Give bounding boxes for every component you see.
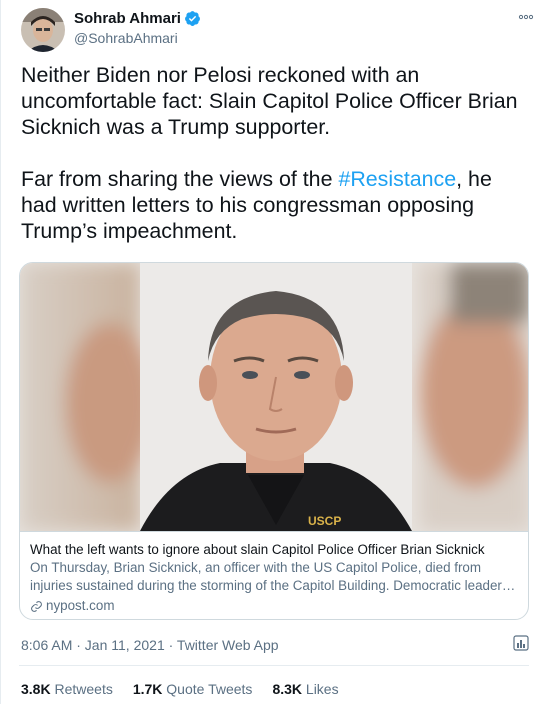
card-description: On Thursday, Brian Sicknick, an officer … xyxy=(30,560,516,593)
verified-badge-icon xyxy=(185,11,200,26)
quote-tweets-count: 1.7K xyxy=(132,681,163,697)
tweet-text: Neither Biden nor Pelosi reckoned with a… xyxy=(21,62,521,244)
retweets-label: Retweets xyxy=(54,681,113,697)
likes-stat[interactable]: 8.3K Likes xyxy=(272,681,338,697)
tweet-paragraph-1: Neither Biden nor Pelosi reckoned with a… xyxy=(21,63,518,139)
avatar-image xyxy=(21,8,65,52)
tweet-paragraph-2: Far from sharing the views of the #Resis… xyxy=(21,166,521,244)
author-name-row[interactable]: Sohrab Ahmari xyxy=(74,10,201,27)
retweets-stat[interactable]: 3.8K Retweets xyxy=(21,681,113,697)
link-icon xyxy=(31,600,42,612)
paragraph-2-start: Far from sharing the views of the xyxy=(21,167,339,191)
stats-divider xyxy=(19,665,529,666)
card-info[interactable]: What the left wants to ignore about slai… xyxy=(20,531,528,619)
tweet-timestamp[interactable]: 8:06 AM · Jan 11, 2021 · Twitter Web App xyxy=(21,637,279,653)
likes-label: Likes xyxy=(305,681,339,697)
card-domain: nypost.com xyxy=(30,597,520,615)
svg-text:USCP: USCP xyxy=(308,514,341,528)
quote-tweets-label: Quote Tweets xyxy=(166,681,253,697)
author-handle[interactable]: @SohrabAhmari xyxy=(74,30,178,46)
more-icon[interactable] xyxy=(518,12,534,22)
card-title[interactable]: What the left wants to ignore about slai… xyxy=(30,541,520,559)
link-card[interactable]: USCP What the left wants to ignore about… xyxy=(19,262,529,620)
card-image[interactable]: USCP xyxy=(20,263,528,531)
analytics-icon[interactable] xyxy=(512,634,530,652)
card-domain-text: nypost.com xyxy=(46,598,115,613)
hashtag-link[interactable]: #Resistance xyxy=(338,167,456,191)
retweets-count: 3.8K xyxy=(21,681,51,697)
quote-tweets-stat[interactable]: 1.7K Quote Tweets xyxy=(133,681,253,697)
display-name[interactable]: Sohrab Ahmari xyxy=(74,10,181,27)
likes-count: 8.3K xyxy=(272,681,303,697)
tweet-stats: 3.8K Retweets 1.7K Quote Tweets 8.3K Lik… xyxy=(21,681,359,697)
card-photo: USCP xyxy=(20,263,528,531)
avatar[interactable] xyxy=(21,8,65,52)
tweet-container: Sohrab Ahmari @SohrabAhmari Neither Bide… xyxy=(0,0,548,704)
